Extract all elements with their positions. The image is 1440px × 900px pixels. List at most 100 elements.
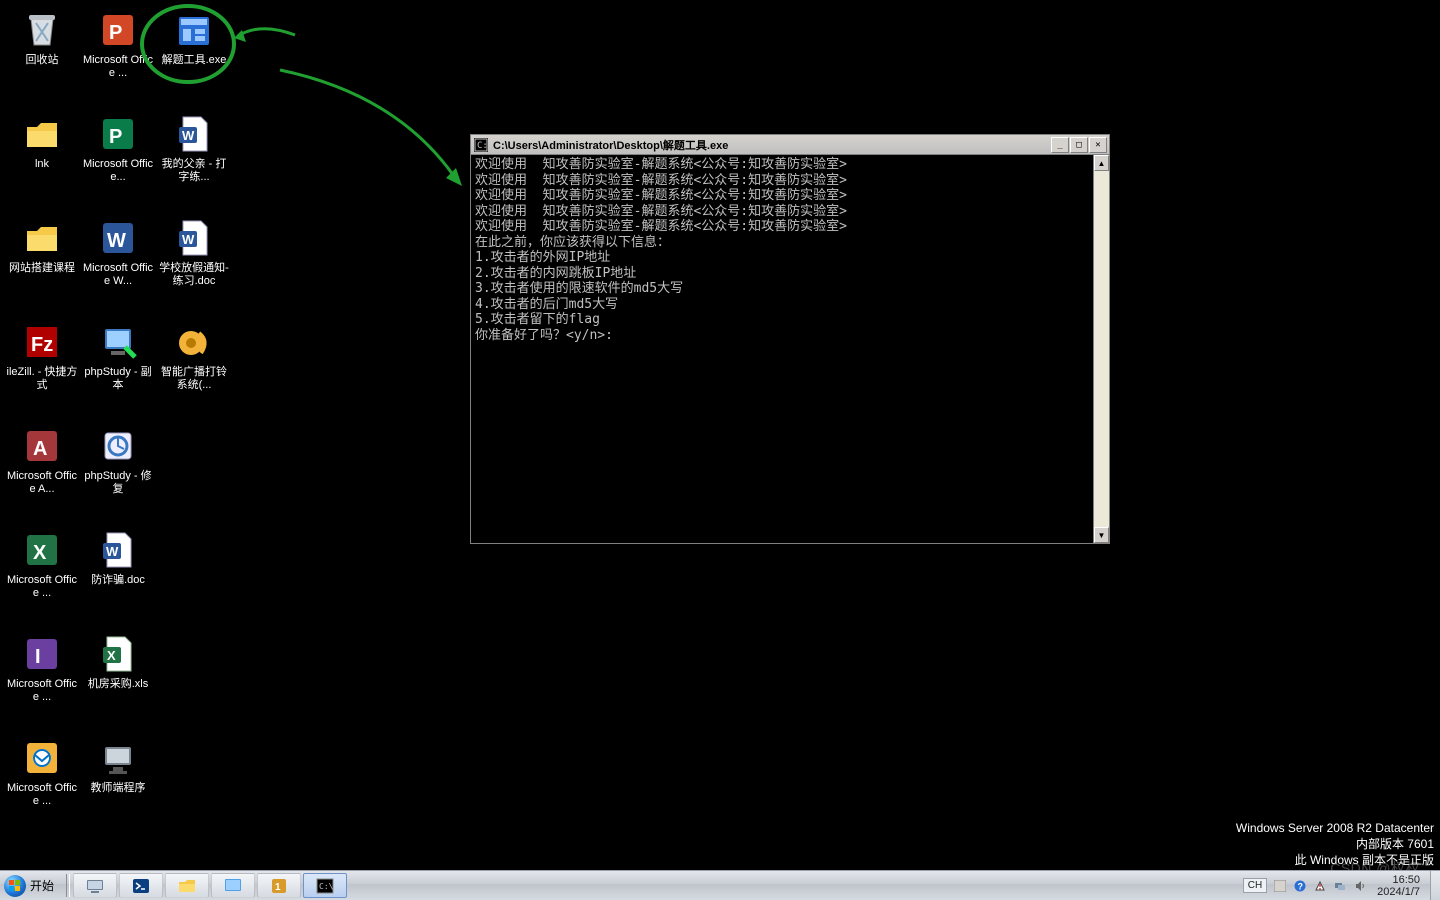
- desktop-icon-speaker[interactable]: 智能广播打铃系统(...: [156, 316, 232, 416]
- svg-text:A: A: [33, 438, 47, 460]
- minimize-button[interactable]: _: [1051, 137, 1069, 153]
- desktop-icon-phpstudy[interactable]: phpStudy - 副本: [80, 316, 156, 416]
- desktop-icon-word[interactable]: W Microsoft Office W...: [80, 212, 156, 312]
- desktop-icon-label: 学校放假通知-练习.doc: [158, 262, 230, 288]
- desktop-icon-filezilla[interactable]: FzileZill. - 快捷方式: [4, 316, 80, 416]
- folder-icon: [20, 216, 64, 260]
- watermark-line: Windows Server 2008 R2 Datacenter: [1236, 820, 1434, 836]
- taskbar-pin-explorer[interactable]: [165, 873, 209, 898]
- system-tray[interactable]: CH ? 16:50 2024/1/7: [1237, 871, 1430, 900]
- svg-text:W: W: [182, 232, 195, 247]
- desktop-icon-docx[interactable]: W 学校放假通知-练习.doc: [156, 212, 232, 312]
- svg-text:C:: C:: [477, 141, 488, 151]
- desktop-icon-label: 防诈骗.doc: [91, 574, 145, 587]
- exe-icon: [172, 8, 216, 52]
- ppt-icon: P: [96, 8, 140, 52]
- svg-text:C:\: C:\: [319, 882, 334, 891]
- taskbar[interactable]: 开始 1 C:\ CH ? 16:50: [0, 870, 1440, 900]
- console-output[interactable]: 欢迎使用 知攻善防实验室-解题系统<公众号:知攻善防实验室> 欢迎使用 知攻善防…: [471, 155, 1093, 543]
- excel-icon: X: [20, 528, 64, 572]
- infopath-icon: I: [20, 632, 64, 676]
- svg-text:W: W: [182, 128, 195, 143]
- taskbar-divider: [66, 874, 70, 897]
- svg-text:1: 1: [275, 882, 281, 893]
- phpstudy-icon: [96, 320, 140, 364]
- desktop-icon-label: Microsoft Office ...: [6, 678, 78, 704]
- taskbar-pin-server-manager[interactable]: [73, 873, 117, 898]
- desktop-icon-access[interactable]: A Microsoft Office A...: [4, 420, 80, 520]
- desktop-icon-label: phpStudy - 修复: [82, 470, 154, 496]
- desktop-icon-infopath[interactable]: I Microsoft Office ...: [4, 628, 80, 728]
- console-window[interactable]: C: C:\Users\Administrator\Desktop\解题工具.e…: [470, 134, 1110, 544]
- ime-icon[interactable]: [1273, 879, 1287, 893]
- taskbar-pin-powershell[interactable]: [119, 873, 163, 898]
- desktop[interactable]: 回收站PMicrosoft Office ...解题工具.exelnkPMicr…: [0, 0, 1440, 900]
- close-button[interactable]: ✕: [1089, 137, 1107, 153]
- network-icon[interactable]: [1333, 879, 1347, 893]
- docx-icon: W: [172, 112, 216, 156]
- desktop-icon-xls[interactable]: X 机房采购.xls: [80, 628, 156, 728]
- scroll-up-button[interactable]: ▲: [1094, 155, 1109, 171]
- teacher-icon: [96, 736, 140, 780]
- title-bar[interactable]: C: C:\Users\Administrator\Desktop\解题工具.e…: [471, 135, 1109, 155]
- language-indicator[interactable]: CH: [1243, 878, 1267, 893]
- desktop-icon-label: Microsoft Office...: [82, 158, 154, 184]
- clock-time: 16:50: [1377, 874, 1420, 886]
- sound-icon[interactable]: [1353, 879, 1367, 893]
- svg-text:X: X: [33, 542, 47, 564]
- folder-icon: [20, 112, 64, 156]
- desktop-icon-label: 解题工具.exe: [162, 54, 227, 67]
- filezilla-icon: Fz: [20, 320, 64, 364]
- desktop-icon-label: Microsoft Office A...: [6, 470, 78, 496]
- watermark-line: 内部版本 7601: [1236, 836, 1434, 852]
- desktop-icon-folder[interactable]: lnk: [4, 108, 80, 208]
- clock[interactable]: 16:50 2024/1/7: [1373, 874, 1424, 898]
- desktop-icon-phpstudy2[interactable]: phpStudy - 修复: [80, 420, 156, 520]
- desktop-icon-teacher[interactable]: 教师端程序: [80, 732, 156, 832]
- desktop-icon-label: Microsoft Office ...: [82, 54, 154, 80]
- taskbar-item-console[interactable]: C:\: [303, 873, 347, 898]
- desktop-icon-exe[interactable]: 解题工具.exe: [156, 4, 232, 104]
- desktop-icon-label: 智能广播打铃系统(...: [158, 366, 230, 392]
- start-button[interactable]: 开始: [0, 871, 64, 900]
- app-icon: C:: [473, 137, 489, 153]
- phpstudy2-icon: [96, 424, 140, 468]
- desktop-icon-docx[interactable]: W 防诈骗.doc: [80, 524, 156, 624]
- desktop-icon-label: 回收站: [26, 54, 59, 67]
- svg-text:P: P: [109, 22, 122, 44]
- desktop-icon-outlook[interactable]: Microsoft Office ...: [4, 732, 80, 832]
- desktop-icon-label: 教师端程序: [91, 782, 146, 795]
- help-icon[interactable]: ?: [1293, 879, 1307, 893]
- scroll-down-button[interactable]: ▼: [1094, 527, 1109, 543]
- taskbar-item-desktop[interactable]: [211, 873, 255, 898]
- desktop-icon-label: Microsoft Office ...: [6, 782, 78, 808]
- svg-text:I: I: [35, 646, 41, 668]
- action-center-icon[interactable]: [1313, 879, 1327, 893]
- desktop-icon-folder[interactable]: 网站搭建课程: [4, 212, 80, 312]
- desktop-icon-excel[interactable]: X Microsoft Office ...: [4, 524, 80, 624]
- show-desktop-button[interactable]: [1430, 871, 1440, 900]
- scroll-track[interactable]: [1094, 171, 1109, 527]
- pub-icon: P: [96, 112, 140, 156]
- desktop-icon-label: phpStudy - 副本: [82, 366, 154, 392]
- desktop-icon-label: ileZill. - 快捷方式: [6, 366, 78, 392]
- desktop-icon-pub[interactable]: PMicrosoft Office...: [80, 108, 156, 208]
- scrollbar[interactable]: ▲ ▼: [1093, 155, 1109, 543]
- desktop-icon-ppt[interactable]: P Microsoft Office ...: [80, 4, 156, 104]
- svg-text:X: X: [107, 648, 116, 663]
- desktop-icon-grid: 回收站PMicrosoft Office ...解题工具.exelnkPMicr…: [4, 4, 232, 832]
- desktop-icon-label: Microsoft Office ...: [6, 574, 78, 600]
- svg-text:W: W: [107, 230, 126, 252]
- clock-date: 2024/1/7: [1377, 886, 1420, 898]
- desktop-icon-label: 网站搭建课程: [9, 262, 75, 275]
- maximize-button[interactable]: □: [1070, 137, 1088, 153]
- recycle-icon: [20, 8, 64, 52]
- desktop-icon-recycle[interactable]: 回收站: [4, 4, 80, 104]
- xls-icon: X: [96, 632, 140, 676]
- desktop-icon-label: lnk: [35, 158, 49, 171]
- svg-text:W: W: [106, 544, 119, 559]
- taskbar-item-1[interactable]: 1: [257, 873, 301, 898]
- desktop-icon-label: Microsoft Office W...: [82, 262, 154, 288]
- desktop-icon-docx[interactable]: W我的父亲 - 打字练...: [156, 108, 232, 208]
- desktop-icon-label: 机房采购.xls: [88, 678, 149, 691]
